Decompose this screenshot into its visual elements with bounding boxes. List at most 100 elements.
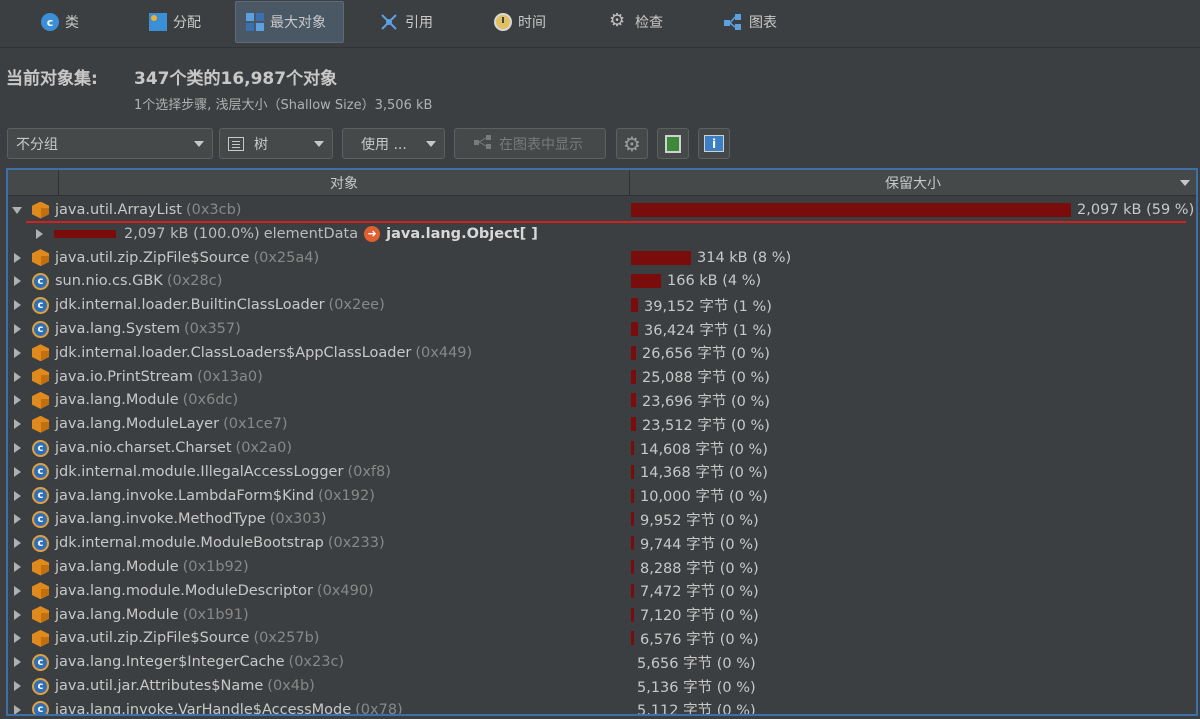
object-class-name: java.nio.charset.Charset bbox=[55, 440, 232, 456]
retained-size-cell: 23,696 字节 (0 %) bbox=[631, 388, 770, 412]
table-row[interactable]: jdk.internal.loader.ClassLoaders$AppClas… bbox=[8, 341, 1196, 365]
show-in-graph-label: 在图表中显示 bbox=[499, 136, 583, 153]
table-row[interactable]: c java.lang.invoke.VarHandle$AccessMode (0… bbox=[8, 698, 1196, 716]
expand-arrow-icon[interactable] bbox=[14, 252, 21, 263]
expand-arrow-icon[interactable] bbox=[14, 395, 21, 406]
expand-arrow-icon[interactable] bbox=[14, 276, 21, 287]
tab-references[interactable]: 引用 bbox=[368, 1, 444, 43]
object-cell: c jdk.internal.loader.BuiltinClassLoader(… bbox=[8, 293, 385, 317]
table-row[interactable]: c jdk.internal.module.IllegalAccessLogger… bbox=[8, 460, 1196, 484]
expand-arrow-icon[interactable] bbox=[14, 681, 21, 691]
retained-size-bar bbox=[631, 250, 691, 265]
table-row[interactable]: java.util.zip.ZipFile$Source (0x257b) 6,57… bbox=[8, 626, 1196, 650]
table-row[interactable]: c java.lang.invoke.LambdaForm$Kind (0x192)… bbox=[8, 484, 1196, 508]
object-class-name: jdk.internal.module.ModuleBootstrap bbox=[55, 535, 324, 552]
table-row[interactable]: c java.lang.System (0x357) 36,424 字节 (1 %) bbox=[8, 317, 1196, 341]
expand-arrow-icon[interactable] bbox=[14, 633, 21, 644]
table-row[interactable]: java.lang.Module (0x1b91) 7,120 字节 (0 %) bbox=[8, 603, 1196, 627]
table-row[interactable]: java.lang.ModuleLayer (0x1ce7) 23,512 字节 (… bbox=[8, 412, 1196, 436]
object-instance-icon bbox=[32, 629, 49, 647]
object-cell: java.util.zip.ZipFile$Source (0x25a4) bbox=[8, 246, 319, 270]
object-instance-icon bbox=[32, 391, 49, 409]
table-row[interactable]: java.io.PrintStream (0x13a0) 25,088 字节 (0 … bbox=[8, 365, 1196, 389]
allocation-icon bbox=[149, 13, 167, 31]
use-menu-button[interactable]: 使用 ... bbox=[342, 128, 445, 159]
table-row[interactable]: java.util.zip.ZipFile$Source (0x25a4) 314 … bbox=[8, 246, 1196, 270]
column-header-retained-size[interactable]: 保留大小 bbox=[629, 170, 1196, 196]
expand-arrow-icon[interactable] bbox=[14, 585, 21, 596]
table-row[interactable]: c java.lang.invoke.MethodType (0x303) 9,952… bbox=[8, 507, 1196, 531]
expand-arrow-icon[interactable] bbox=[14, 466, 21, 477]
retained-size-bar bbox=[631, 488, 634, 503]
class-object-icon: c bbox=[32, 320, 49, 338]
expand-arrow-icon[interactable] bbox=[14, 514, 21, 525]
retained-size-value: 36,424 字节 (1 %) bbox=[644, 322, 772, 339]
retained-size-cell: 25,088 字节 (0 %) bbox=[631, 365, 770, 389]
grouping-select[interactable]: 不分组 bbox=[7, 128, 213, 159]
table-child-row[interactable]: 2,097 kB (100.0%) elementData ➜ java.lang.… bbox=[8, 222, 1196, 246]
expand-arrow-icon[interactable] bbox=[14, 371, 21, 382]
table-row[interactable]: c java.nio.charset.Charset (0x2a0) 14,608 字… bbox=[8, 436, 1196, 460]
retained-size-value: 23,512 字节 (0 %) bbox=[642, 417, 770, 434]
object-class-name: java.lang.System bbox=[55, 321, 180, 337]
table-row[interactable]: java.util.ArrayList (0x3cb) 2,097 kB (59 %… bbox=[8, 198, 1196, 222]
expand-arrow-icon[interactable] bbox=[36, 228, 43, 239]
table-row[interactable]: java.lang.module.ModuleDescriptor (0x490)… bbox=[8, 579, 1196, 603]
expand-arrow-icon[interactable] bbox=[14, 443, 21, 453]
child-retained-size: 2,097 kB (100.0%) bbox=[124, 225, 260, 242]
column-header-object[interactable]: 对象 bbox=[58, 170, 629, 196]
expand-arrow-icon[interactable] bbox=[14, 609, 21, 620]
tab-inspections[interactable]: ⚙ 检查 bbox=[598, 1, 674, 43]
object-address: (0x1b91) bbox=[182, 606, 249, 623]
view-mode-select[interactable]: 树 bbox=[219, 128, 333, 159]
tab-time[interactable]: 时间 bbox=[483, 1, 557, 43]
retained-size-value: 5,656 字节 (0 %) bbox=[637, 655, 756, 672]
class-object-icon: c bbox=[32, 653, 49, 671]
expand-arrow-icon[interactable] bbox=[14, 538, 21, 549]
retained-size-cell: 8,288 字节 (0 %) bbox=[631, 555, 759, 579]
object-cell: c java.nio.charset.Charset (0x2a0) bbox=[8, 436, 292, 460]
table-row[interactable]: c java.lang.Integer$IntegerCache (0x23c) 5,… bbox=[8, 650, 1196, 674]
tab-graphs[interactable]: 图表 bbox=[712, 1, 788, 43]
retained-size-bar bbox=[631, 583, 634, 598]
tab-classes[interactable]: c 类 bbox=[30, 1, 90, 43]
retained-size-cell: 26,656 字节 (0 %) bbox=[631, 341, 770, 365]
retained-size-bar bbox=[631, 607, 634, 622]
show-in-graph-button[interactable]: 在图表中显示 bbox=[454, 128, 606, 159]
inspections-icon: ⚙ bbox=[609, 10, 626, 31]
expand-arrow-icon[interactable] bbox=[14, 657, 21, 668]
table-row[interactable]: c jdk.internal.module.ModuleBootstrap (0x2… bbox=[8, 531, 1196, 555]
object-address: (0x78) bbox=[355, 701, 403, 716]
retained-size-value: 23,696 字节 (0 %) bbox=[642, 393, 770, 410]
object-class-name: java.util.ArrayList bbox=[55, 202, 182, 218]
expand-arrow-icon[interactable] bbox=[14, 562, 21, 572]
retained-size-cell: 7,472 字节 (0 %) bbox=[631, 579, 759, 603]
object-class-name: java.lang.Module bbox=[55, 392, 179, 409]
retained-size-bar bbox=[631, 345, 636, 360]
info-button[interactable]: i bbox=[698, 128, 730, 159]
tab-allocations[interactable]: 分配 bbox=[138, 1, 212, 43]
table-row[interactable]: java.lang.Module (0x1b92) 8,288 字节 (0 %) bbox=[8, 555, 1196, 579]
object-cell: c java.lang.invoke.LambdaForm$Kind (0x192) bbox=[8, 484, 375, 508]
gear-icon: ⚙ bbox=[623, 131, 641, 156]
expand-arrow-icon[interactable] bbox=[14, 347, 21, 358]
object-set-title: 347个类的16,987个对象 bbox=[134, 69, 338, 89]
table-row[interactable]: c sun.nio.cs.GBK (0x28c) 166 kB (4 %) bbox=[8, 269, 1196, 293]
expand-arrow-icon[interactable] bbox=[14, 490, 21, 501]
tree-icon bbox=[228, 136, 244, 151]
retained-size-value: 6,576 字节 (0 %) bbox=[640, 631, 759, 648]
object-address: (0x2ee) bbox=[328, 297, 385, 314]
expand-arrow-icon[interactable] bbox=[14, 300, 21, 311]
table-row[interactable]: c jdk.internal.loader.BuiltinClassLoader(… bbox=[8, 293, 1196, 317]
settings-button[interactable]: ⚙ bbox=[616, 128, 648, 159]
collapse-arrow-icon[interactable] bbox=[12, 206, 22, 214]
tab-biggest-objects[interactable]: 最大对象 bbox=[235, 1, 344, 43]
table-row[interactable]: c java.util.jar.Attributes$Name (0x4b) 5,13… bbox=[8, 674, 1196, 698]
object-class-name: java.lang.invoke.MethodType bbox=[55, 511, 266, 528]
expand-arrow-icon[interactable] bbox=[14, 704, 21, 714]
expand-arrow-icon[interactable] bbox=[14, 419, 21, 430]
expand-arrow-icon[interactable] bbox=[14, 324, 21, 334]
table-row[interactable]: java.lang.Module (0x6dc) 23,696 字节 (0 %) bbox=[8, 388, 1196, 412]
export-button[interactable] bbox=[657, 128, 689, 159]
class-object-icon: c bbox=[32, 701, 49, 714]
